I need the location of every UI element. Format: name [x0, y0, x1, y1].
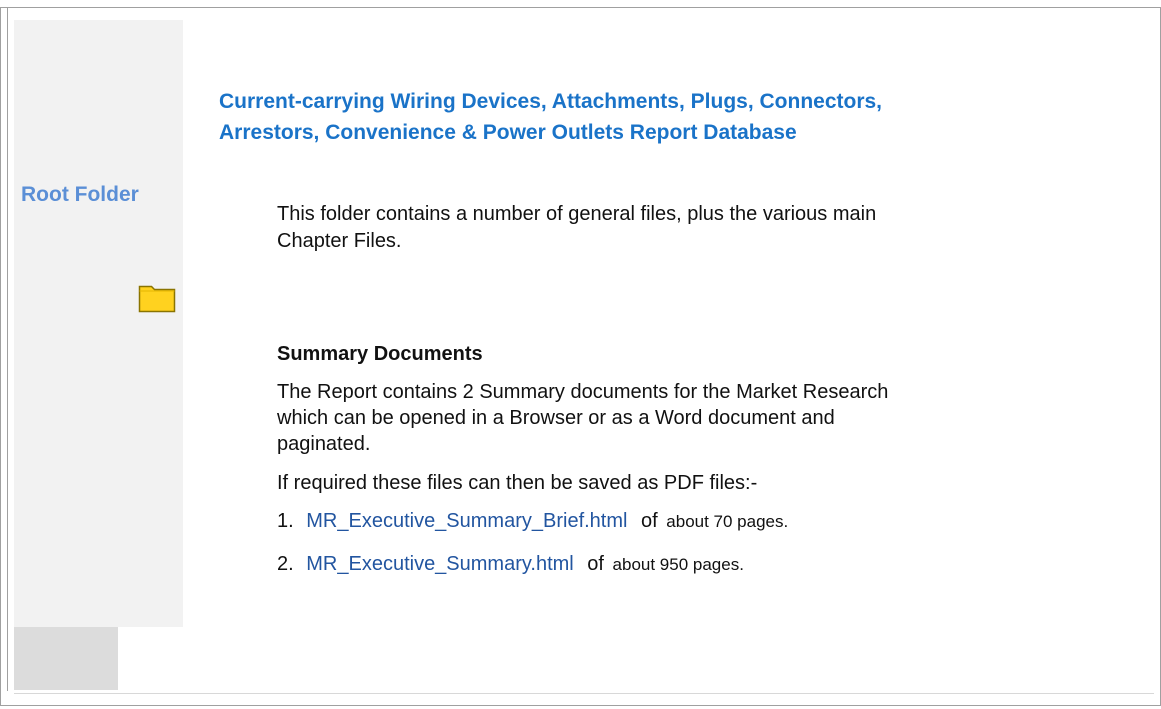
executive-summary-brief-link[interactable]: MR_Executive_Summary_Brief.html [306, 510, 627, 532]
top-border [0, 7, 1161, 8]
root-folder-label: Root Folder [21, 183, 139, 206]
list-number: 1. [277, 510, 294, 532]
list-item: 2. MR_Executive_Summary.html of about 95… [277, 553, 744, 576]
footer-divider [14, 693, 1154, 694]
summary-heading: Summary Documents [277, 343, 483, 365]
summary-description: The Report contains 2 Summary documents … [277, 381, 889, 455]
list-item: 1. MR_Executive_Summary_Brief.html of ab… [277, 510, 788, 533]
sidebar-footer-panel [14, 627, 118, 690]
pages-prefix: of [641, 510, 658, 532]
sidebar-panel [14, 20, 183, 627]
list-number: 2. [277, 553, 294, 575]
bottom-border [0, 705, 1161, 706]
page-count: about 950 pages. [612, 555, 744, 574]
left-outer-border [0, 7, 1, 705]
title-line-2: Arrestors, Convenience & Power Outlets R… [219, 121, 797, 144]
left-inner-border [7, 7, 8, 691]
folder-icon[interactable] [138, 283, 176, 313]
executive-summary-link[interactable]: MR_Executive_Summary.html [306, 553, 573, 575]
title-line-1: Current-carrying Wiring Devices, Attachm… [219, 90, 883, 113]
page-title: Current-carrying Wiring Devices, Attachm… [219, 86, 1039, 148]
pdf-note: If required these files can then be save… [277, 472, 758, 494]
page-count: about 70 pages. [666, 512, 789, 531]
folder-description: This folder contains a number of general… [277, 203, 877, 252]
pages-prefix: of [587, 553, 604, 575]
